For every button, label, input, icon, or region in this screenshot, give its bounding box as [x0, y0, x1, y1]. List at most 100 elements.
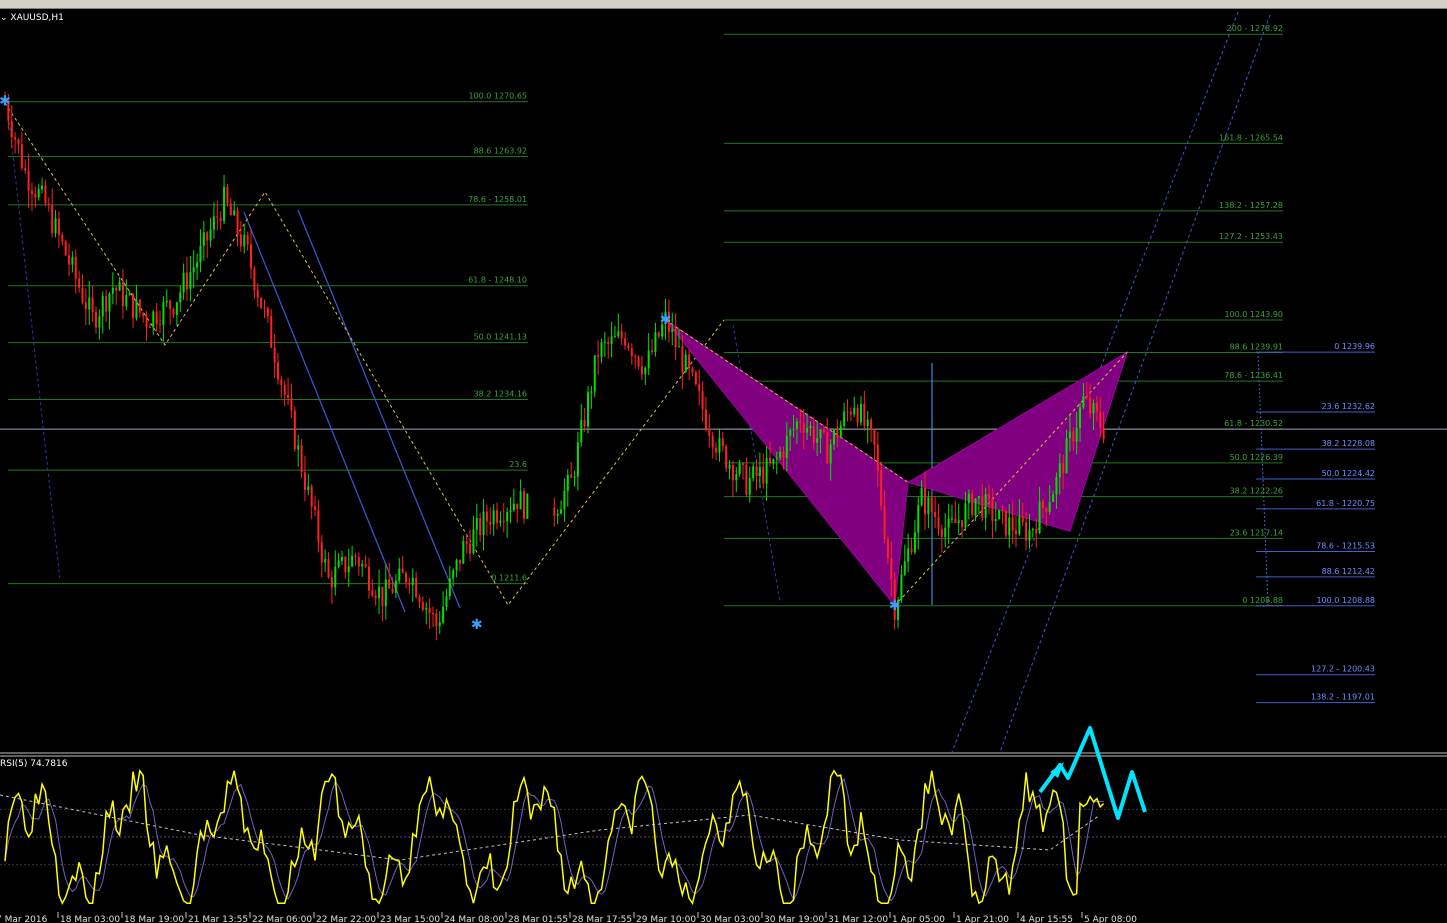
candle-body: [10, 120, 13, 138]
candle-body: [971, 493, 974, 516]
candle-body: [802, 423, 805, 433]
candle-body: [148, 326, 151, 328]
candle-body: [522, 491, 525, 519]
candle-body: [1011, 517, 1014, 531]
candle-body: [583, 420, 586, 427]
candle-body: [954, 518, 957, 523]
candle-body: [886, 539, 889, 559]
candle-body: [1072, 431, 1075, 442]
candle-body: [371, 590, 374, 596]
candle-body: [1021, 516, 1024, 523]
fib-extension-label: 78.6 - 1215.53: [1316, 541, 1375, 550]
candle-body: [489, 521, 492, 525]
candle-body: [718, 438, 721, 453]
candle-body: [1055, 477, 1058, 495]
candle-body: [957, 520, 960, 523]
candle-body: [782, 451, 785, 458]
candle-body: [347, 566, 350, 573]
fib-extension-label: 61.8 - 1220.75: [1316, 499, 1375, 508]
candle-body: [330, 577, 333, 588]
candle-body: [263, 307, 266, 309]
candle-body: [775, 457, 778, 459]
zigzag-line: [4, 102, 725, 606]
fib-level-label: 100.0 1270.65: [468, 92, 527, 101]
candle-body: [1065, 438, 1068, 474]
candle-body: [1058, 463, 1061, 478]
fib-level-label: 23.6 1217.14: [1230, 528, 1283, 537]
candle-body: [526, 493, 529, 519]
candle-body: [152, 311, 155, 328]
candle-body: [78, 278, 81, 288]
candle-body: [98, 316, 101, 328]
candle-body: [930, 497, 933, 513]
candle-body: [890, 558, 893, 580]
fib-level-label: 50.0 1241.13: [474, 333, 527, 342]
x-axis-label: 30 Mar 03:00: [700, 915, 760, 923]
candle-body: [91, 297, 94, 313]
candle-body: [428, 607, 431, 614]
candle-body: [607, 341, 610, 344]
candle-body: [1089, 397, 1092, 414]
candle-body: [745, 464, 748, 495]
candle-body: [563, 490, 566, 510]
candle-body: [876, 444, 879, 471]
candle-body: [47, 203, 50, 206]
candle-body: [239, 234, 242, 247]
candle-body: [795, 421, 798, 430]
candle-body: [364, 564, 367, 567]
candle-body: [799, 421, 802, 424]
candle-body: [341, 556, 343, 561]
candle-body: [634, 355, 637, 357]
candle-body: [132, 293, 135, 319]
candle-body: [924, 487, 927, 515]
candle-body: [816, 438, 819, 443]
candle-body: [647, 350, 650, 368]
candle-body: [728, 464, 731, 469]
candle-body: [698, 384, 701, 391]
candle-body: [913, 532, 916, 553]
candle-body: [185, 272, 188, 290]
candle-body: [950, 518, 953, 520]
pivot-arrow-icon: ✱: [0, 94, 11, 110]
x-axis-label: 28 Mar 01:55: [508, 915, 568, 923]
candle-body: [303, 472, 306, 491]
candle-body: [101, 296, 104, 317]
candle-body: [654, 332, 657, 353]
candle-body: [88, 297, 91, 310]
channel-dashed-line: [999, 14, 1271, 753]
candle-body: [384, 579, 387, 607]
candle-body: [17, 139, 20, 145]
fib-level-label: 78.6 - 1236.41: [1224, 371, 1283, 380]
candle-body: [57, 218, 60, 235]
candle-body: [469, 543, 472, 554]
candle-body: [462, 541, 465, 564]
candle-body: [401, 568, 404, 574]
candle-body: [280, 379, 283, 385]
candle-body: [448, 578, 451, 597]
candle-body: [61, 234, 64, 242]
candle-body: [812, 425, 815, 443]
fib-level-label: 0 1208.88: [1242, 596, 1283, 605]
candle-body: [499, 520, 502, 523]
x-axis-label: 31 Mar 12:00: [828, 915, 888, 923]
candle-body: [260, 297, 263, 308]
candle-body: [54, 218, 57, 234]
candle-body: [74, 257, 77, 279]
candle-body: [688, 354, 691, 369]
pivot-arrow-icon: ✱: [471, 617, 483, 633]
candle-body: [421, 602, 424, 610]
fib-extension-label: 88.6 1212.42: [1322, 567, 1375, 576]
candle-body: [1045, 507, 1048, 513]
candle-body: [1085, 396, 1088, 398]
candle-body: [297, 445, 300, 450]
candle-body: [165, 300, 168, 303]
rsi-label: RSI(5) 74.7816: [0, 759, 68, 769]
candle-body: [785, 435, 788, 458]
candle-body: [216, 216, 219, 218]
candle-body: [84, 302, 87, 310]
candle-body: [593, 355, 596, 392]
candle-body: [34, 194, 37, 198]
candle-body: [408, 582, 411, 585]
candle-body: [229, 203, 232, 216]
candle-body: [111, 287, 114, 294]
